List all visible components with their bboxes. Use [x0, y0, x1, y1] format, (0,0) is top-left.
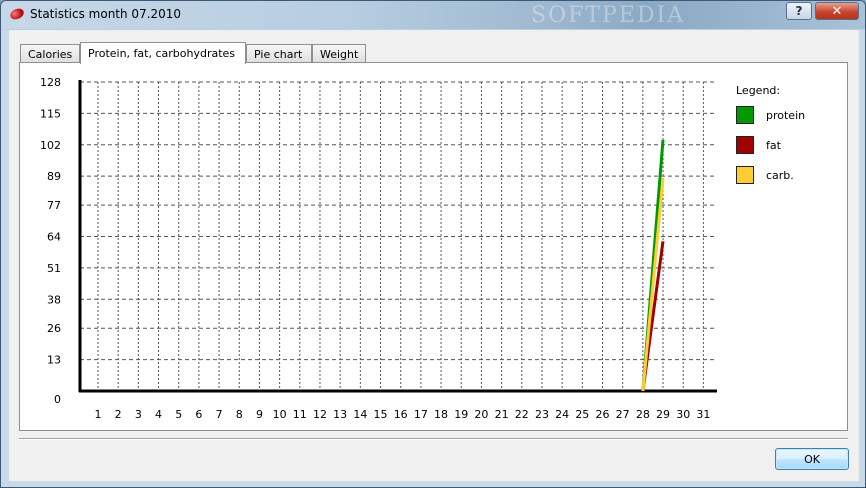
- y-tick-label: 13: [47, 354, 61, 367]
- x-tick-label: 17: [414, 408, 428, 421]
- legend-label-carb: carb.: [766, 169, 794, 182]
- legend-swatch-carb: [736, 166, 754, 184]
- x-tick-label: 5: [175, 408, 182, 421]
- y-tick-label: 77: [47, 199, 61, 212]
- x-tick-label: 3: [135, 408, 142, 421]
- x-tick-label: 25: [575, 408, 589, 421]
- y-tick-label: 51: [47, 262, 61, 275]
- x-tick-label: 8: [236, 408, 243, 421]
- legend-swatch-fat: [736, 136, 754, 154]
- statistics-window: Statistics month 07.2010 SOFTPEDIA ? ✕ C…: [0, 0, 866, 488]
- x-tick-label: 4: [155, 408, 162, 421]
- series-line-carb: [641, 178, 665, 392]
- y-tick-label: 115: [40, 107, 61, 120]
- close-icon: ✕: [831, 3, 843, 19]
- nutrient-line-chart: 0132638516477891021151281 2 3 4 5 6 7 8 9 10 11 12 1…: [40, 76, 717, 421]
- legend-title: Legend:: [736, 84, 781, 97]
- legend-label-fat: fat: [766, 139, 781, 152]
- x-tick-label: 29: [656, 408, 670, 421]
- legend-label-protein: protein: [766, 109, 806, 122]
- tab-protein-fat-carbohydrates[interactable]: Protein, fat, carbohydrates: [80, 42, 246, 64]
- x-tick-label: 2: [115, 408, 122, 421]
- x-tick-label: 18: [434, 408, 448, 421]
- help-icon: ?: [795, 4, 803, 18]
- y-tick-label: 89: [47, 170, 61, 183]
- tab-panel: 0 13 26 38 51 64 77 89 102 115 128 1 2 3 4 5 6 7 8 9 10 11 12 1…: [19, 62, 848, 431]
- legend-swatch-protein: [736, 106, 754, 124]
- tab-pie-chart[interactable]: Pie chart: [246, 44, 312, 63]
- app-icon: [8, 6, 26, 22]
- x-tick-label: 31: [696, 408, 710, 421]
- close-button[interactable]: ✕: [815, 2, 859, 20]
- x-tick-label: 30: [676, 408, 690, 421]
- help-button[interactable]: ?: [786, 2, 812, 20]
- window-title: Statistics month 07.2010: [30, 7, 182, 21]
- y-tick-label: 26: [47, 322, 61, 335]
- x-tick-label: 21: [495, 408, 509, 421]
- x-tick-label: 11: [293, 408, 307, 421]
- watermark: SOFTPEDIA: [531, 3, 686, 28]
- x-tick-label: 23: [535, 408, 549, 421]
- y-tick-label: 128: [40, 76, 61, 89]
- x-tick-label: 13: [333, 408, 347, 421]
- y-tick-label: 38: [47, 293, 61, 306]
- x-tick-label: 1: [95, 408, 102, 421]
- x-tick-label: 6: [195, 408, 202, 421]
- x-tick-label: 28: [636, 408, 650, 421]
- y-tick-label: 102: [40, 139, 61, 152]
- bottom-separator: [19, 438, 848, 440]
- y-tick-label: 0: [54, 393, 61, 406]
- x-tick-label: 14: [353, 408, 367, 421]
- tab-calories[interactable]: Calories: [20, 44, 80, 63]
- x-tick-label: 12: [313, 408, 327, 421]
- ok-button[interactable]: OK: [775, 448, 849, 470]
- x-tick-label: 22: [515, 408, 529, 421]
- x-tick-label: 9: [256, 408, 263, 421]
- x-tick-label: 16: [394, 408, 408, 421]
- x-tick-label: 19: [454, 408, 468, 421]
- y-tick-label: 64: [47, 231, 61, 244]
- x-tick-label: 24: [555, 408, 569, 421]
- x-tick-label: 15: [374, 408, 388, 421]
- title-bar[interactable]: Statistics month 07.2010 SOFTPEDIA ? ✕: [1, 1, 865, 29]
- x-tick-label: 7: [216, 408, 223, 421]
- tab-weight[interactable]: Weight: [312, 44, 366, 63]
- dialog-client-area: Calories Protein, fat, carbohydrates Pie…: [9, 30, 859, 481]
- x-tick-label: 20: [474, 408, 488, 421]
- x-tick-label: 10: [273, 408, 287, 421]
- x-tick-label: 26: [596, 408, 610, 421]
- x-tick-label: 27: [616, 408, 630, 421]
